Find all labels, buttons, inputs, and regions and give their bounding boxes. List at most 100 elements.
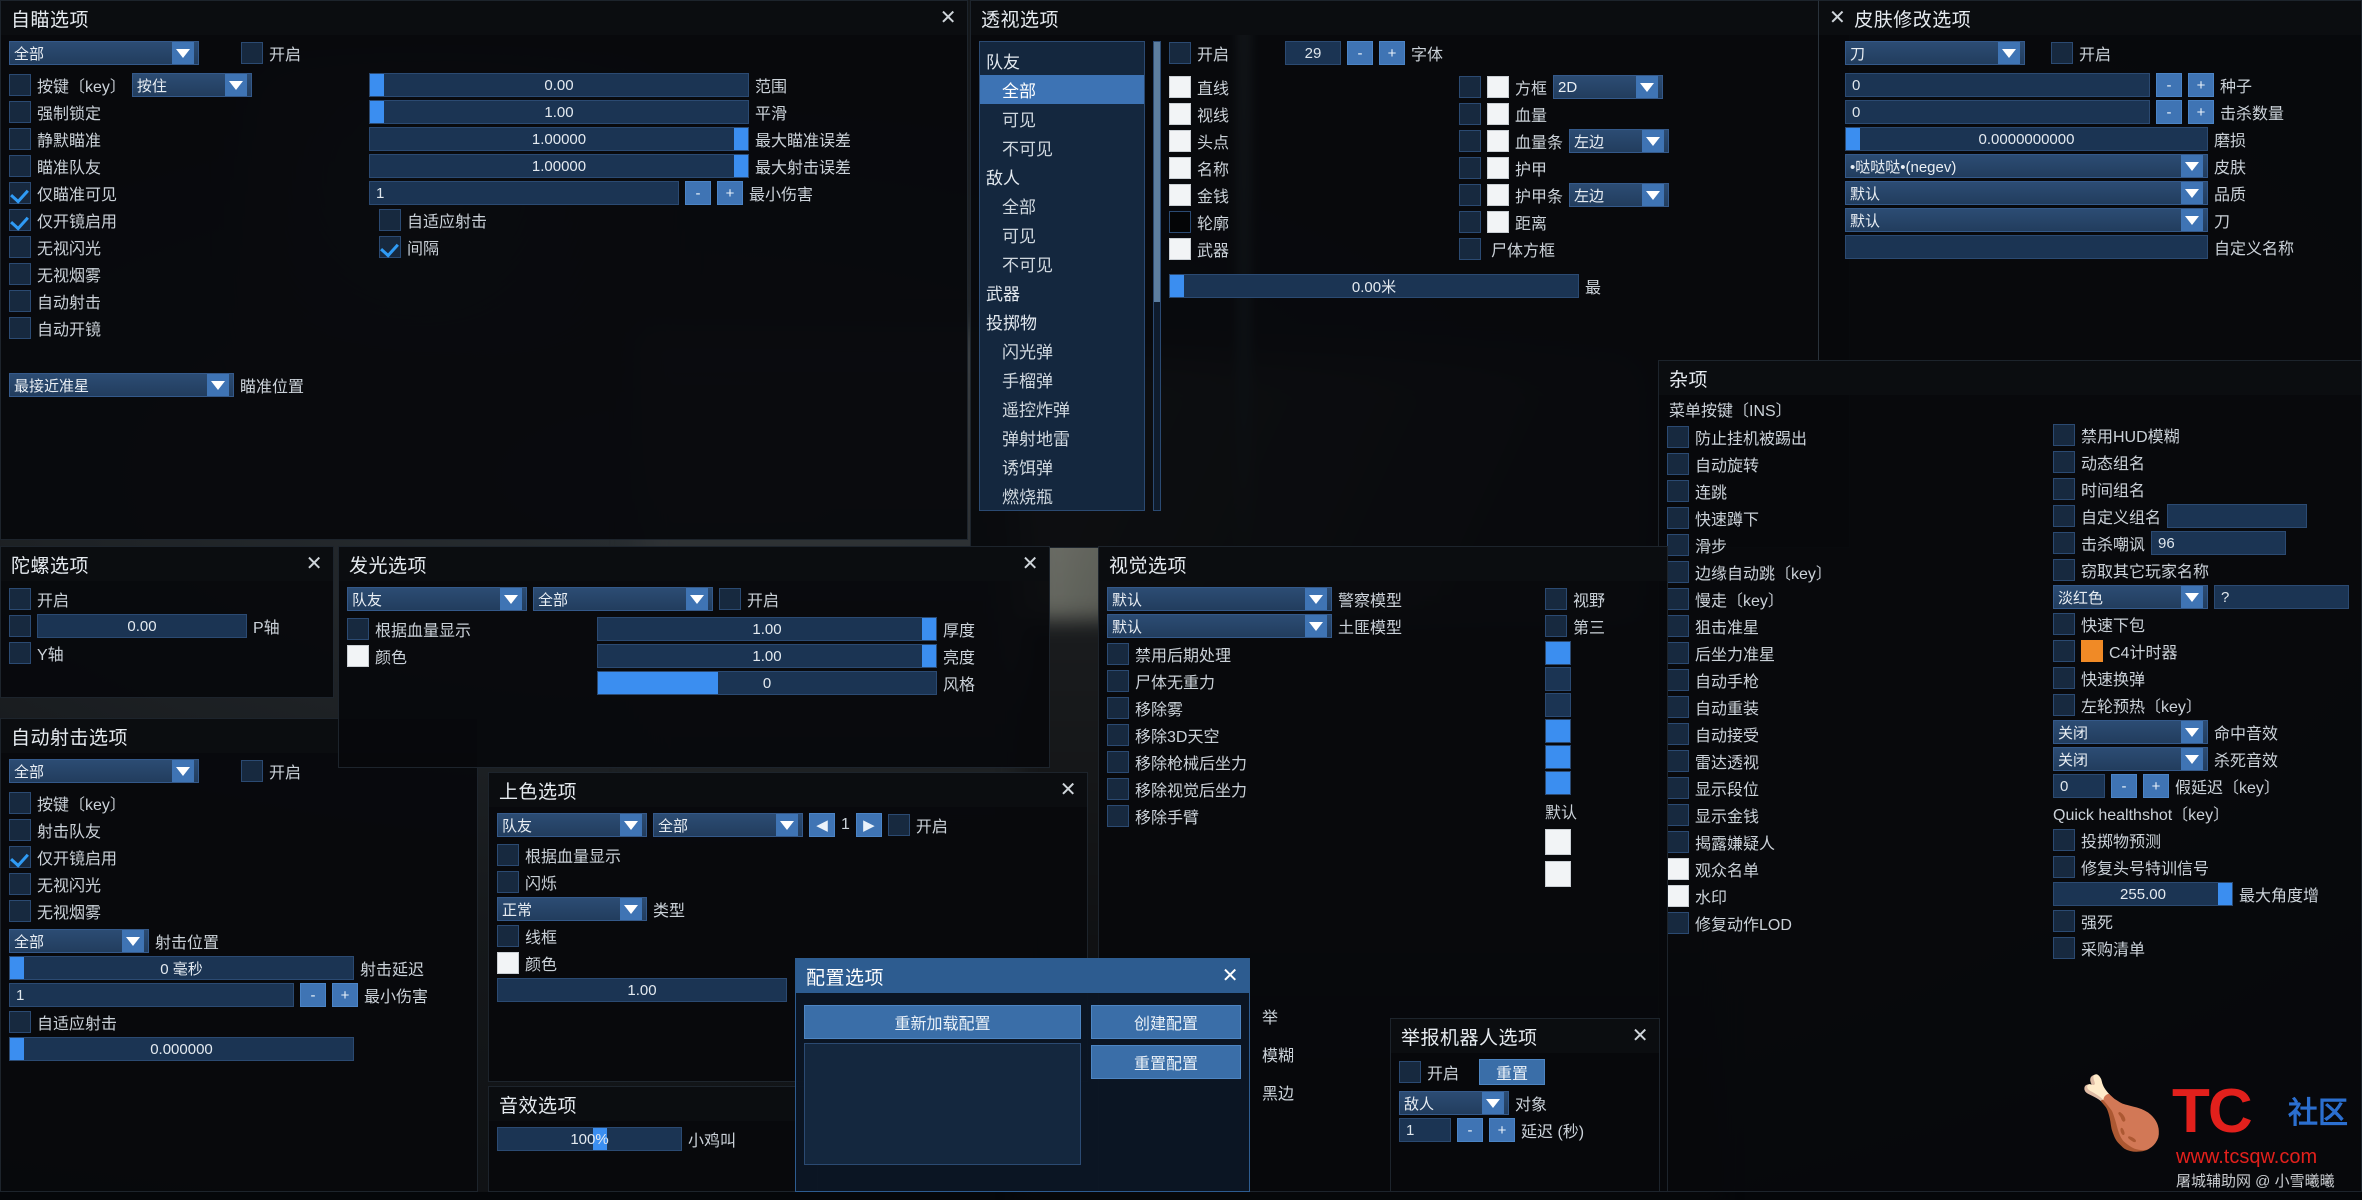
sound-volume-slider[interactable]: 100% bbox=[497, 1127, 682, 1151]
esp-armorbar-toggle[interactable] bbox=[1459, 184, 1481, 206]
visual-slider-4[interactable] bbox=[1545, 719, 1571, 743]
misc-autoreload-checkbox[interactable] bbox=[1667, 696, 1689, 718]
aimbot-forcelock-checkbox[interactable] bbox=[9, 101, 31, 123]
esp-box-checkbox[interactable] bbox=[1487, 76, 1509, 98]
visual-fov-checkbox[interactable] bbox=[1545, 588, 1567, 610]
misc-fastcrouch-checkbox[interactable] bbox=[1667, 507, 1689, 529]
aimbot-enable-checkbox[interactable] bbox=[241, 42, 263, 64]
skin-wear-slider[interactable]: 0.0000000000 bbox=[1845, 127, 2208, 151]
skin-seed-input[interactable]: 0 bbox=[1845, 73, 2150, 97]
misc-fixanimlod-checkbox[interactable] bbox=[1667, 912, 1689, 934]
visual-slider-2[interactable] bbox=[1545, 667, 1571, 691]
aimbot-silent-checkbox[interactable] bbox=[9, 128, 31, 150]
esp-list-item[interactable]: 闪光弹 bbox=[980, 336, 1144, 365]
aimbot-mindamage-plus[interactable]: + bbox=[717, 181, 743, 205]
visual-slider-3[interactable] bbox=[1545, 693, 1571, 717]
esp-name-checkbox[interactable] bbox=[1169, 157, 1191, 179]
autofire-key-checkbox[interactable] bbox=[9, 792, 31, 814]
visual-novisualrecoil-checkbox[interactable] bbox=[1107, 778, 1129, 800]
skin-enable-checkbox[interactable] bbox=[2051, 42, 2073, 64]
misc-killsound-select[interactable]: 关闭 bbox=[2053, 747, 2208, 771]
visual-ctmodel-select[interactable]: 默认 bbox=[1107, 587, 1332, 611]
misc-hitsound-select[interactable]: 关闭 bbox=[2053, 720, 2208, 744]
close-icon[interactable]: ✕ bbox=[1632, 1026, 1649, 1046]
esp-healthbar-toggle[interactable] bbox=[1459, 130, 1481, 152]
reload-config-button[interactable]: 重新加载配置 bbox=[804, 1005, 1081, 1039]
misc-customclantag-checkbox[interactable] bbox=[2053, 505, 2075, 527]
misc-watermark-checkbox[interactable] bbox=[1667, 885, 1689, 907]
visual-nopostprocess-checkbox[interactable] bbox=[1107, 643, 1129, 665]
skin-seed-plus[interactable]: + bbox=[2188, 73, 2214, 97]
autofire-delay-slider[interactable]: 0 毫秒 bbox=[9, 956, 354, 980]
aimbot-visibleonly-checkbox[interactable] bbox=[9, 182, 31, 204]
misc-autoaccept-checkbox[interactable] bbox=[1667, 723, 1689, 745]
autofire-weapon-select[interactable]: 全部 bbox=[9, 759, 199, 783]
esp-list-item[interactable]: 可见 bbox=[980, 104, 1144, 133]
esp-entity-list[interactable]: 队友 全部 可见 不可见 敌人 全部 可见 不可见 武器 投掷物 闪光弹 手榴弹… bbox=[979, 41, 1145, 511]
visual-ragdollgravity-checkbox[interactable] bbox=[1107, 670, 1129, 692]
chams-next-button[interactable]: ▶ bbox=[855, 813, 882, 837]
misc-revolver-checkbox[interactable] bbox=[2053, 694, 2075, 716]
autofire-mindamage-plus[interactable]: + bbox=[332, 983, 358, 1007]
aimbot-maxfire-slider[interactable]: 1.00000 bbox=[369, 154, 749, 178]
misc-showrank-checkbox[interactable] bbox=[1667, 777, 1689, 799]
misc-customclantag-input[interactable] bbox=[2167, 504, 2308, 528]
skin-stattrak-input[interactable]: 0 bbox=[1845, 100, 2150, 124]
aimbot-interval-checkbox[interactable] bbox=[379, 236, 401, 258]
autofire-bottom-slider[interactable]: 0.000000 bbox=[9, 1037, 354, 1061]
esp-healthbar-side-select[interactable]: 左边 bbox=[1569, 129, 1670, 153]
aimbot-ignoresmoke-checkbox[interactable] bbox=[9, 263, 31, 285]
misc-slidewalk-checkbox[interactable] bbox=[1667, 534, 1689, 556]
misc-autopistol-checkbox[interactable] bbox=[1667, 669, 1689, 691]
misc-killtaunt-input[interactable]: 96 bbox=[2151, 531, 2287, 555]
reportbot-delay-input[interactable]: 1 bbox=[1399, 1118, 1451, 1142]
gyro-enable-checkbox[interactable] bbox=[9, 588, 31, 610]
autofire-enable-checkbox[interactable] bbox=[241, 760, 263, 782]
autofire-teammate-checkbox[interactable] bbox=[9, 819, 31, 841]
esp-armorbar-side-select[interactable]: 左边 bbox=[1569, 183, 1670, 207]
aimbot-ignoreflash-checkbox[interactable] bbox=[9, 236, 31, 258]
close-icon[interactable]: ✕ bbox=[1829, 8, 1846, 28]
esp-list-item[interactable]: 不可见 bbox=[980, 249, 1144, 278]
close-icon[interactable]: ✕ bbox=[306, 554, 323, 574]
aimbot-aimposition-select[interactable]: 最接近准星 bbox=[9, 373, 234, 397]
glow-enable-checkbox[interactable] bbox=[719, 588, 741, 610]
misc-fakelag-input[interactable]: 0 bbox=[2053, 774, 2105, 798]
esp-headdot-checkbox[interactable] bbox=[1169, 130, 1191, 152]
chams-enable-checkbox[interactable] bbox=[887, 814, 910, 836]
close-icon[interactable]: ✕ bbox=[1222, 966, 1239, 986]
esp-list-item[interactable]: 可见 bbox=[980, 220, 1144, 249]
reportbot-target-select[interactable]: 敌人 bbox=[1399, 1091, 1509, 1115]
misc-fixsignal-checkbox[interactable] bbox=[2053, 856, 2075, 878]
misc-radaresp-checkbox[interactable] bbox=[1667, 750, 1689, 772]
reportbot-delay-minus[interactable]: - bbox=[1457, 1118, 1483, 1142]
misc-bhop-checkbox[interactable] bbox=[1667, 480, 1689, 502]
esp-list-item[interactable]: 手榴弹 bbox=[980, 365, 1144, 394]
misc-recoilcrosshair-checkbox[interactable] bbox=[1667, 642, 1689, 664]
aimbot-key-checkbox[interactable] bbox=[9, 74, 31, 96]
reportbot-enable-checkbox[interactable] bbox=[1399, 1061, 1421, 1083]
skin-seed-minus[interactable]: - bbox=[2156, 73, 2182, 97]
esp-distance-toggle[interactable] bbox=[1459, 211, 1481, 233]
esp-armorbar-checkbox[interactable] bbox=[1487, 184, 1509, 206]
esp-font-minus[interactable]: - bbox=[1347, 41, 1374, 65]
skin-knife-select[interactable]: 默认 bbox=[1845, 208, 2208, 232]
visual-slider-6[interactable] bbox=[1545, 771, 1571, 795]
chams-type-select[interactable]: 正常 bbox=[497, 897, 647, 921]
visual-thirdperson-checkbox[interactable] bbox=[1545, 615, 1567, 637]
misc-buylist-checkbox[interactable] bbox=[2053, 937, 2075, 959]
misc-color-select[interactable]: 淡红色 bbox=[2053, 585, 2208, 609]
chams-alpha-slider[interactable]: 1.00 bbox=[497, 978, 787, 1002]
aimbot-autoscope-checkbox[interactable] bbox=[9, 317, 31, 339]
esp-list-item[interactable]: 全部 bbox=[980, 75, 1144, 104]
misc-snipercrosshair-checkbox[interactable] bbox=[1667, 615, 1689, 637]
gyro-yaw-checkbox[interactable] bbox=[9, 642, 31, 664]
esp-list-item[interactable]: 不可见 bbox=[980, 133, 1144, 162]
misc-showmoney-checkbox[interactable] bbox=[1667, 804, 1689, 826]
esp-health-checkbox[interactable] bbox=[1487, 103, 1509, 125]
esp-list-scrollbar[interactable] bbox=[1153, 41, 1161, 511]
skin-stattrak-plus[interactable]: + bbox=[2188, 100, 2214, 124]
misc-autospin-checkbox[interactable] bbox=[1667, 453, 1689, 475]
esp-list-item[interactable]: 弹射地雷 bbox=[980, 423, 1144, 452]
esp-font-plus[interactable]: + bbox=[1379, 41, 1406, 65]
